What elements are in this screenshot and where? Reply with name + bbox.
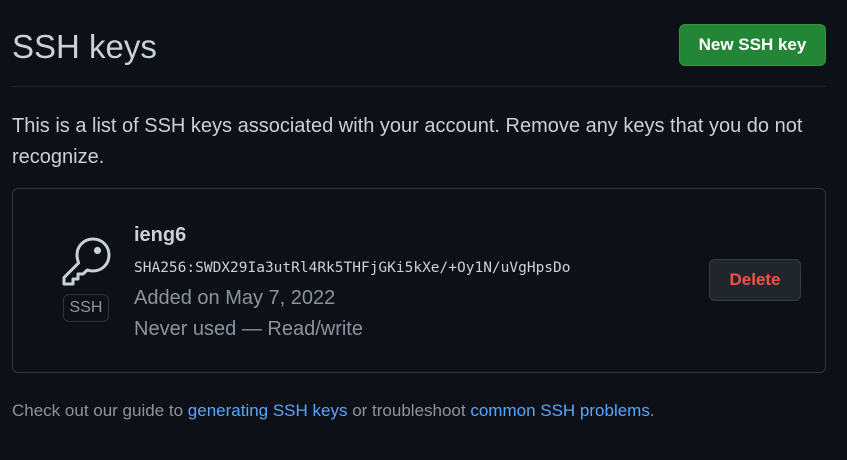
page-title: SSH keys [12,28,157,65]
help-text-after: . [649,401,655,420]
key-fingerprint: SHA256:SWDX29Ia3utRl4Rk5THFjGKi5kXe/+Oy1… [134,260,571,276]
key-title: ieng6 [134,224,187,246]
ssh-keys-page: SSH keys New SSH key This is a list of S… [0,0,847,460]
common-ssh-problems-link[interactable]: common SSH problems [470,401,650,420]
ssh-key-list-item: SSH ieng6 SHA256:SWDX29Ia3utRl4Rk5THFjGK… [12,188,826,373]
page-header: SSH keys New SSH key [12,0,826,87]
page-description: This is a list of SSH keys associated wi… [12,115,803,168]
delete-key-button[interactable]: Delete [709,259,801,301]
key-added-date: Added on May 7, 2022 [134,287,336,309]
help-text-before: Check out our guide to [12,401,188,420]
generating-ssh-keys-link[interactable]: generating SSH keys [188,401,348,420]
ssh-type-badge: SSH [63,294,109,322]
help-note: Check out our guide to generating SSH ke… [12,398,655,424]
key-icon [62,237,111,286]
help-text-middle: or troubleshoot [347,401,471,420]
new-ssh-key-button[interactable]: New SSH key [679,24,826,66]
key-usage-status: Never used — Read/write [134,318,363,340]
